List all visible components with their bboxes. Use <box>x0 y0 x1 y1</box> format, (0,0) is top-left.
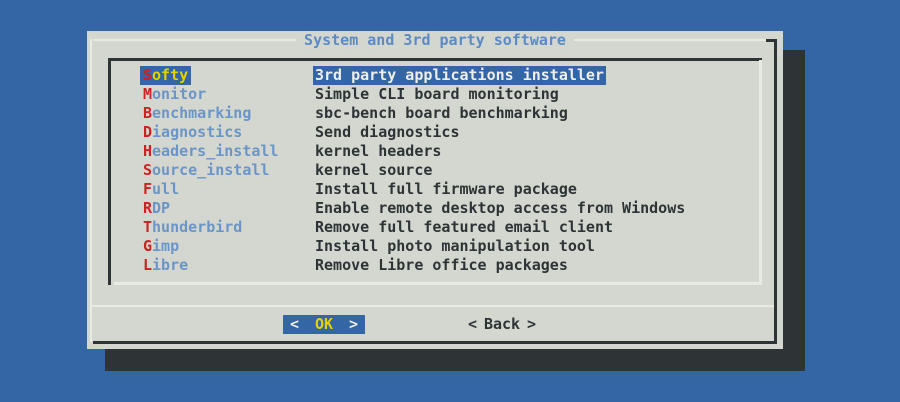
menu-item-hotkey: T <box>143 218 152 236</box>
menu-item-headers-install[interactable]: Headers_install kernel headers <box>108 142 759 161</box>
menu-item-tag: ull <box>152 180 179 198</box>
menu-item-tag-cell: Source_install <box>143 161 315 180</box>
menu-item-source-install[interactable]: Source_install kernel source <box>108 161 759 180</box>
menu-list: Softy 3rd party applications installer M… <box>108 66 759 275</box>
menu-item-tag: imp <box>152 237 179 255</box>
menu-item-thunderbird[interactable]: Thunderbird Remove full featured email c… <box>108 218 759 237</box>
menu-item-description: 3rd party applications installer <box>313 66 606 85</box>
menu-item-hotkey: G <box>143 237 152 255</box>
menu-item-libre[interactable]: Libre Remove Libre office packages <box>108 256 759 275</box>
menu-item-diagnostics[interactable]: Diagnostics Send diagnostics <box>108 123 759 142</box>
menu-item-tag-cell: Thunderbird <box>143 218 315 237</box>
menu-item-tag-cell: Headers_install <box>143 142 315 161</box>
button-separator-line <box>92 305 774 307</box>
ok-button-right-bracket: > <box>349 315 358 334</box>
menu-item-monitor[interactable]: Monitor Simple CLI board monitoring <box>108 85 759 104</box>
menu-item-description: Install full firmware package <box>313 180 579 199</box>
menu-item-gimp[interactable]: Gimp Install photo manipulation tool <box>108 237 759 256</box>
menu-item-hotkey: F <box>143 180 152 198</box>
menu-item-tag: onitor <box>152 85 206 103</box>
menu-item-hotkey: M <box>143 85 152 103</box>
dialog-border-right <box>774 39 777 344</box>
menu-item-tag: ofty <box>152 66 188 84</box>
dialog-window: System and 3rd party software Softy 3rd … <box>87 31 783 349</box>
menu-item-tag: ource_install <box>152 161 269 179</box>
dialog-title: System and 3rd party software <box>87 31 783 50</box>
menu-item-hotkey: S <box>143 161 152 179</box>
dialog-border-left <box>90 39 92 342</box>
menu-item-hotkey: D <box>143 123 152 141</box>
menu-item-tag-cell: Libre <box>143 256 315 275</box>
menu-item-tag: iagnostics <box>152 123 242 141</box>
back-button[interactable]: < Back > <box>461 315 543 334</box>
menu-item-benchmarking[interactable]: Benchmarking sbc-bench board benchmarkin… <box>108 104 759 123</box>
back-button-left-bracket: < <box>468 315 477 334</box>
menu-item-tag: ibre <box>152 256 188 274</box>
back-button-label: Back <box>484 315 520 334</box>
menu-item-description: kernel headers <box>313 142 443 161</box>
ok-button-label: OK <box>315 315 333 334</box>
menu-item-hotkey: L <box>143 256 152 274</box>
menu-item-description: Remove Libre office packages <box>313 256 570 275</box>
menu-item-tag: eaders_install <box>152 142 278 160</box>
ok-button-left-bracket: < <box>290 315 299 334</box>
menu-item-tag-cell: Softy <box>143 66 315 85</box>
menu-item-hotkey: B <box>143 104 152 122</box>
menu-item-hotkey: R <box>143 199 152 217</box>
menu-item-full[interactable]: Full Install full firmware package <box>108 180 759 199</box>
menu-item-softy[interactable]: Softy 3rd party applications installer <box>108 66 759 85</box>
dialog-border-bottom <box>93 341 777 344</box>
menubox-border-right <box>759 60 762 285</box>
menu-item-tag-cell: Gimp <box>143 237 315 256</box>
menu-item-tag-cell: RDP <box>143 199 315 218</box>
menu-item-tag: hunderbird <box>152 218 242 236</box>
menu-item-description: Remove full featured email client <box>313 218 615 237</box>
menu-item-tag-cell: Diagnostics <box>143 123 315 142</box>
menu-item-tag-cell: Monitor <box>143 85 315 104</box>
menu-item-tag-cell: Full <box>143 180 315 199</box>
terminal-screen: System and 3rd party software Softy 3rd … <box>0 0 900 402</box>
dialog-title-text: System and 3rd party software <box>296 31 574 50</box>
menu-item-tag: enchmarking <box>152 104 251 122</box>
menu-box: Softy 3rd party applications installer M… <box>108 58 762 285</box>
menu-item-tag-cell: Benchmarking <box>143 104 315 123</box>
menu-item-description: Simple CLI board monitoring <box>313 85 561 104</box>
menubox-border-bottom <box>114 282 762 285</box>
menu-item-description: sbc-bench board benchmarking <box>313 104 570 123</box>
ok-button[interactable]: < OK > <box>283 315 365 334</box>
menubox-border-top <box>108 58 762 61</box>
menu-item-hotkey: S <box>143 66 152 84</box>
menu-item-description: kernel source <box>313 161 434 180</box>
menu-item-hotkey: H <box>143 142 152 160</box>
menu-item-tag: DP <box>152 199 170 217</box>
back-button-right-bracket: > <box>527 315 536 334</box>
menu-item-description: Send diagnostics <box>313 123 462 142</box>
menu-item-rdp[interactable]: RDP Enable remote desktop access from Wi… <box>108 199 759 218</box>
menu-item-description: Install photo manipulation tool <box>313 237 597 256</box>
menu-item-description: Enable remote desktop access from Window… <box>313 199 687 218</box>
